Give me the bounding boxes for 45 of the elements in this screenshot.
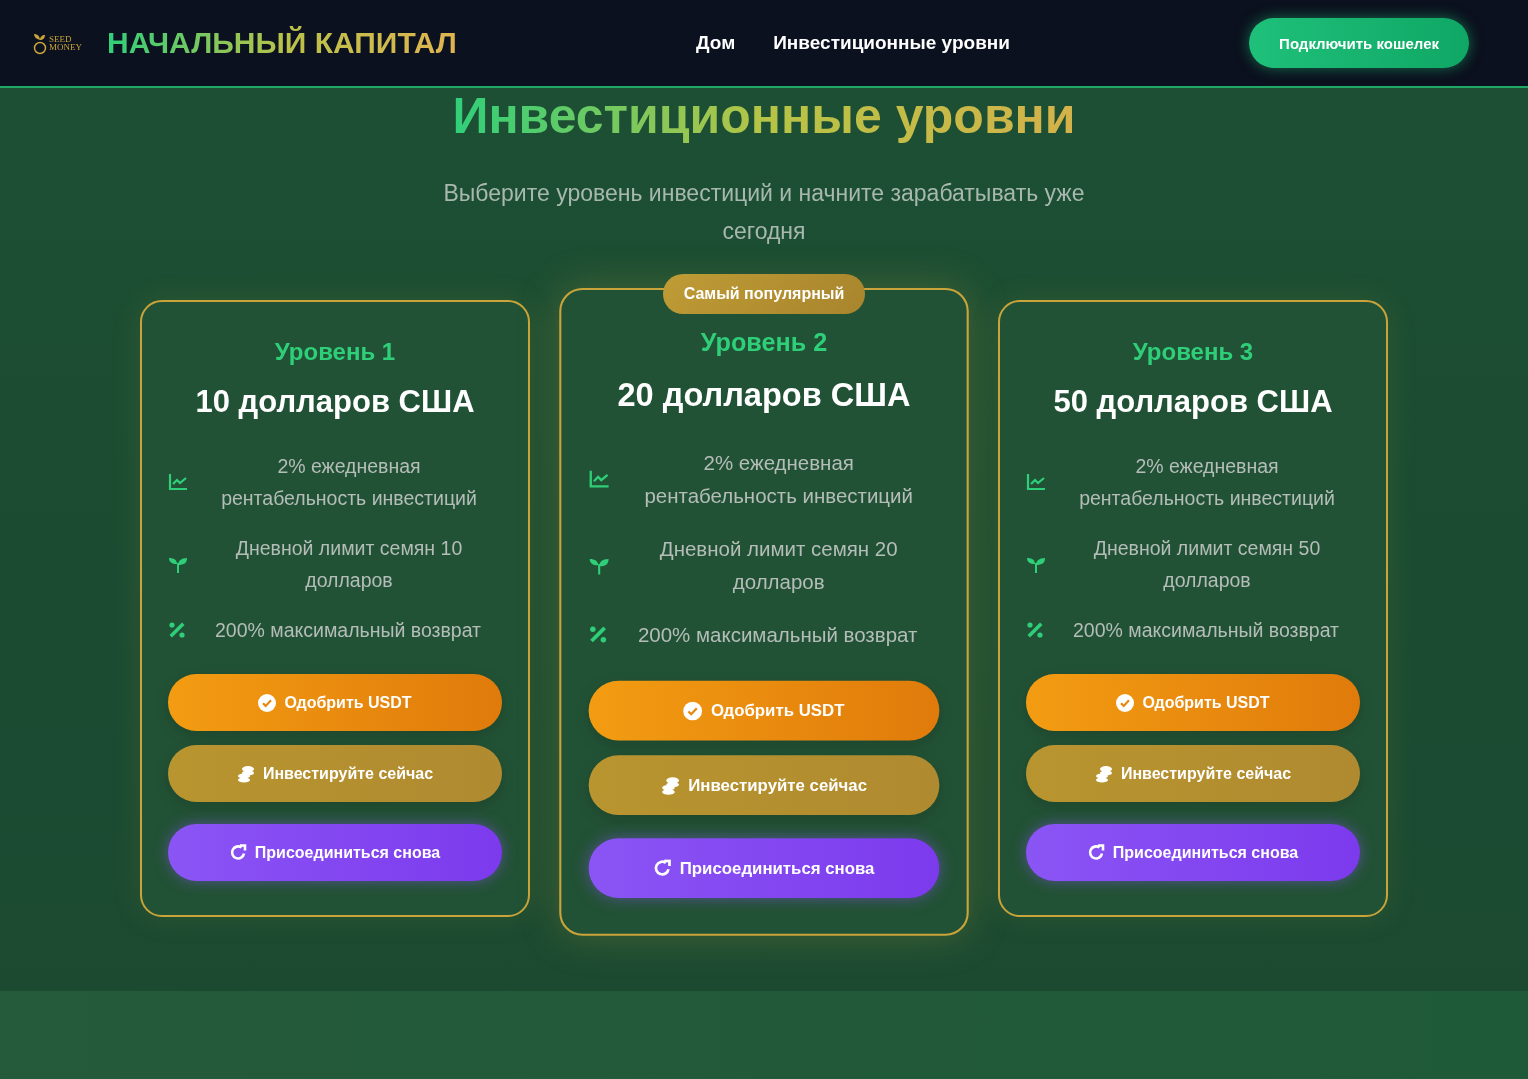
chart-icon	[588, 469, 610, 489]
check-circle-icon	[258, 693, 277, 712]
invest-button[interactable]: Инвестируйте сейчас	[588, 755, 940, 816]
refresh-icon	[1087, 844, 1105, 861]
nav-link[interactable]: Дом	[696, 32, 736, 54]
invest-button[interactable]: Инвестируйте сейчас	[1026, 745, 1360, 802]
feature-text: 200% максимальный возврат	[1071, 618, 1341, 643]
tier-price: 50 долларов США	[1053, 384, 1333, 420]
tier-price: 10 долларов США	[195, 384, 475, 420]
feature-text: Дневной лимит семян 20 долларов	[658, 535, 899, 596]
approve-button[interactable]: Одобрить USDT	[168, 674, 502, 731]
page-subtitle: Выберите уровень инвестиций и начните зарабатывать уже сегодня	[442, 179, 1086, 246]
approve-button[interactable]: Одобрить USDT	[1026, 674, 1360, 731]
tier-price: 20 долларов США	[617, 376, 911, 414]
feature-text: Дневной лимит семян 10 долларов	[234, 536, 464, 593]
percent-icon	[588, 625, 608, 644]
tier-level: Уровень 3	[1132, 338, 1254, 366]
chart-icon	[168, 473, 188, 491]
feature-text: 200% максимальный возврат	[213, 618, 483, 643]
feature-text: 2% ежедневная рентабельность инвестиций	[1078, 454, 1336, 511]
refresh-icon	[229, 844, 247, 861]
seed-coin-icon	[33, 31, 47, 55]
rejoin-button[interactable]: Присоединиться снова	[168, 824, 502, 881]
check-circle-icon	[1116, 693, 1135, 712]
rejoin-button[interactable]: Присоединиться снова	[1026, 824, 1360, 881]
tier-level: Уровень 1	[274, 338, 396, 366]
feature-text: 2% ежедневная рентабельность инвестиций	[643, 449, 914, 510]
logo-text: SEED MONEY	[49, 35, 82, 51]
sprout-icon	[1026, 555, 1046, 573]
percent-icon	[168, 621, 186, 639]
feature-text: Дневной лимит семян 50 долларов	[1092, 536, 1322, 593]
check-circle-icon	[683, 701, 703, 721]
invest-button[interactable]: Инвестируйте сейчас	[168, 745, 502, 802]
connect-wallet-button[interactable]: Подключить кошелек	[1249, 18, 1469, 68]
rejoin-button[interactable]: Присоединиться снова	[588, 838, 940, 899]
approve-button[interactable]: Одобрить USDT	[588, 680, 940, 741]
percent-icon	[1026, 621, 1044, 639]
chart-icon	[1026, 473, 1046, 491]
feature-text: 2% ежедневная рентабельность инвестиций	[220, 454, 478, 511]
popular-badge: Самый популярный	[663, 274, 865, 314]
refresh-icon	[653, 859, 672, 878]
sprout-icon	[168, 555, 188, 573]
nav-link[interactable]: Инвестиционные уровни	[773, 32, 1010, 54]
tier-level: Уровень 2	[700, 327, 828, 358]
feature-text: 200% максимальный возврат	[636, 621, 919, 649]
